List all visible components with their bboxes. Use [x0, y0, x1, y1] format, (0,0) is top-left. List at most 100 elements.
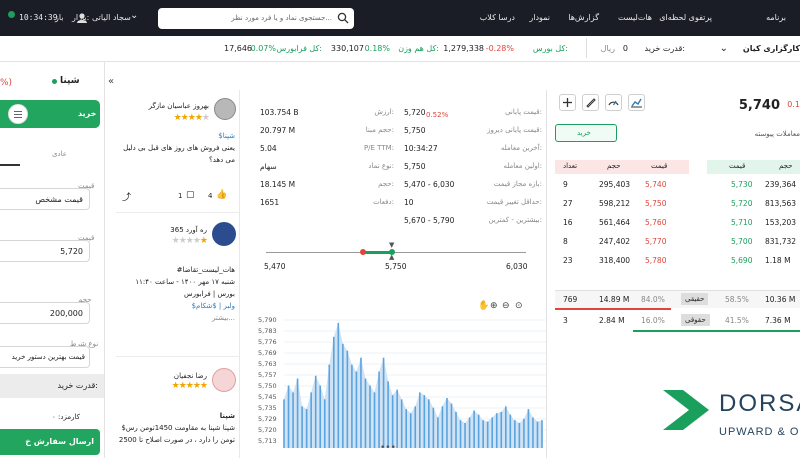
- comment-count: 1: [178, 192, 183, 200]
- post-text[interactable]: $شپنا: [218, 132, 235, 140]
- buy-price[interactable]: 5,710: [731, 218, 752, 227]
- rating-stars: ★★★★★: [173, 113, 210, 123]
- zoom-out-icon[interactable]: ⊖: [502, 301, 510, 311]
- add-icon[interactable]: [559, 94, 576, 111]
- divider: [116, 356, 240, 357]
- legal-volume: 2.84 M: [599, 316, 625, 325]
- comment-icon[interactable]: ▢: [186, 190, 195, 200]
- buy-power-label: قدرت خرید:: [644, 44, 685, 53]
- search-icon[interactable]: [337, 12, 349, 24]
- buy-power-row: قدرت خرید:: [0, 374, 104, 398]
- stat-label: آخرین معامله:: [500, 144, 542, 152]
- market-open-dot: [8, 11, 15, 18]
- menu-item-chart[interactable]: نمودار: [529, 13, 550, 22]
- legal-buy-volume: 7.36 M: [765, 316, 791, 325]
- menu-item-dorsa-club[interactable]: درسا کلاب: [480, 13, 515, 22]
- buy-volume: 813,563: [765, 199, 797, 208]
- menu-item-reports[interactable]: گزارش‌ها: [568, 13, 599, 22]
- share-icon[interactable]: ⤴: [122, 190, 131, 203]
- condition-value: قیمت بهترین دستور خرید: [11, 353, 85, 361]
- sell-header: تعداد حجم قیمت: [555, 160, 689, 174]
- collapse-icon[interactable]: «: [108, 76, 114, 87]
- post-author[interactable]: بهروز عباسیان مازگر: [149, 102, 209, 110]
- post-text[interactable]: #هات_لیست_تقاضا: [177, 266, 235, 274]
- chevron-down-icon[interactable]: ⌄: [720, 43, 728, 54]
- ew-value: 330,107: [330, 44, 364, 53]
- buy-volume: 1.18 M: [765, 256, 791, 265]
- header-price: قیمت: [651, 162, 668, 170]
- menu-item-portfolio[interactable]: پرتفوی لحظه‌ای: [659, 13, 712, 22]
- post-author[interactable]: ره آورد 365: [170, 226, 207, 234]
- real-volume: 14.89 M: [599, 295, 630, 304]
- stat-label: ارزش:: [374, 108, 394, 116]
- sell-price[interactable]: 5,740: [645, 180, 666, 189]
- volume-input[interactable]: 200,000: [0, 302, 90, 324]
- pan-hand-icon[interactable]: ✋: [478, 301, 489, 311]
- sell-count: 8: [563, 237, 568, 246]
- sell-price[interactable]: 5,750: [645, 199, 666, 208]
- buy-price[interactable]: 5,720: [731, 199, 752, 208]
- menu-icon[interactable]: [8, 104, 28, 124]
- status-dot: [52, 79, 57, 84]
- y-tick-label: 5,783: [258, 327, 277, 335]
- reset-zoom-icon[interactable]: ⊙: [515, 301, 523, 311]
- price-type-select[interactable]: قیمت مشخص: [0, 188, 90, 210]
- price-input[interactable]: 5,720: [0, 240, 90, 262]
- header-price: قیمت: [729, 162, 746, 170]
- avatar[interactable]: [212, 368, 236, 392]
- submit-order-button[interactable]: ارسال سفارش خ: [0, 429, 100, 455]
- sell-volume: 598,212: [599, 199, 631, 208]
- post-text[interactable]: $ولبر | $شکام: [192, 302, 235, 310]
- y-tick-label: 5,713: [258, 437, 277, 445]
- range-max: 6,030: [506, 262, 528, 271]
- divider: [586, 38, 587, 58]
- sell-volume: 295,403: [599, 180, 631, 189]
- menu-item-program[interactable]: برنامه: [766, 13, 786, 22]
- buy-tab[interactable]: خرید: [0, 100, 100, 128]
- watch-icon[interactable]: [582, 94, 599, 111]
- sell-price[interactable]: 5,760: [645, 218, 666, 227]
- gauge-icon[interactable]: [605, 94, 622, 111]
- condition-select[interactable]: قیمت بهترین دستور خرید: [0, 346, 90, 368]
- avatar[interactable]: [214, 98, 236, 120]
- buy-price[interactable]: 5,730: [731, 180, 752, 189]
- resize-handle[interactable]: •••: [380, 443, 396, 453]
- stat-value: 5,720: [404, 108, 426, 117]
- buy-tab-label: خرید: [78, 109, 97, 118]
- stat-label: حجم مبنا:: [365, 126, 394, 134]
- intraday-chart[interactable]: 5,790 5,783 5,776 5,769 5,763 5,757 5,750 5,745…: [256, 312, 546, 454]
- y-tick-label: 5,729: [258, 415, 277, 423]
- top-bar: برنامه پرتفوی لحظه‌ای هات‌لیست گزارش‌ها …: [0, 0, 800, 36]
- menu-item-hotlist[interactable]: هات‌لیست: [618, 13, 652, 22]
- buy-price[interactable]: 5,700: [731, 237, 752, 246]
- like-icon[interactable]: 👍: [216, 190, 227, 200]
- search-placeholder: جستجوی نماد و یا فرد مورد نظر...: [231, 14, 332, 22]
- tab-normal[interactable]: عادی: [52, 150, 67, 158]
- stat-value: 103.754 B: [260, 108, 299, 117]
- buy-price[interactable]: 5,690: [731, 256, 752, 265]
- legal-count: 3: [563, 316, 568, 325]
- range-low-dot: [360, 249, 366, 255]
- price-type-value: قیمت مشخص: [35, 195, 83, 204]
- buy-button[interactable]: خرید: [555, 124, 617, 142]
- post-author[interactable]: رضا نجفیان: [174, 372, 207, 380]
- sell-volume: 247,402: [599, 237, 631, 246]
- chart-icon[interactable]: [628, 94, 645, 111]
- stat-value: 1651: [260, 198, 280, 207]
- read-more-link[interactable]: بیشتر...: [212, 314, 235, 322]
- buy-button-label: خرید: [577, 129, 591, 137]
- real-row: 769 14.89 M 84.0% حقیقی 58.5% 10.36 M: [555, 290, 800, 308]
- range-fill: [364, 251, 392, 254]
- sell-count: 23: [563, 256, 573, 265]
- user-name[interactable]: سجاد الیاتی: [92, 13, 131, 22]
- sell-price[interactable]: 5,770: [645, 237, 666, 246]
- fb-value: 17,646: [224, 44, 252, 53]
- chevron-down-icon[interactable]: ⌄: [130, 10, 138, 21]
- price-value: 5,720: [60, 247, 83, 256]
- stat-value: 5.04: [260, 144, 277, 153]
- search-box[interactable]: جستجوی نماد و یا فرد مورد نظر...: [158, 8, 354, 29]
- y-tick-label: 5,735: [258, 404, 277, 412]
- zoom-in-icon[interactable]: ⊕: [490, 301, 498, 311]
- sell-price[interactable]: 5,780: [645, 256, 666, 265]
- avatar[interactable]: [212, 222, 236, 246]
